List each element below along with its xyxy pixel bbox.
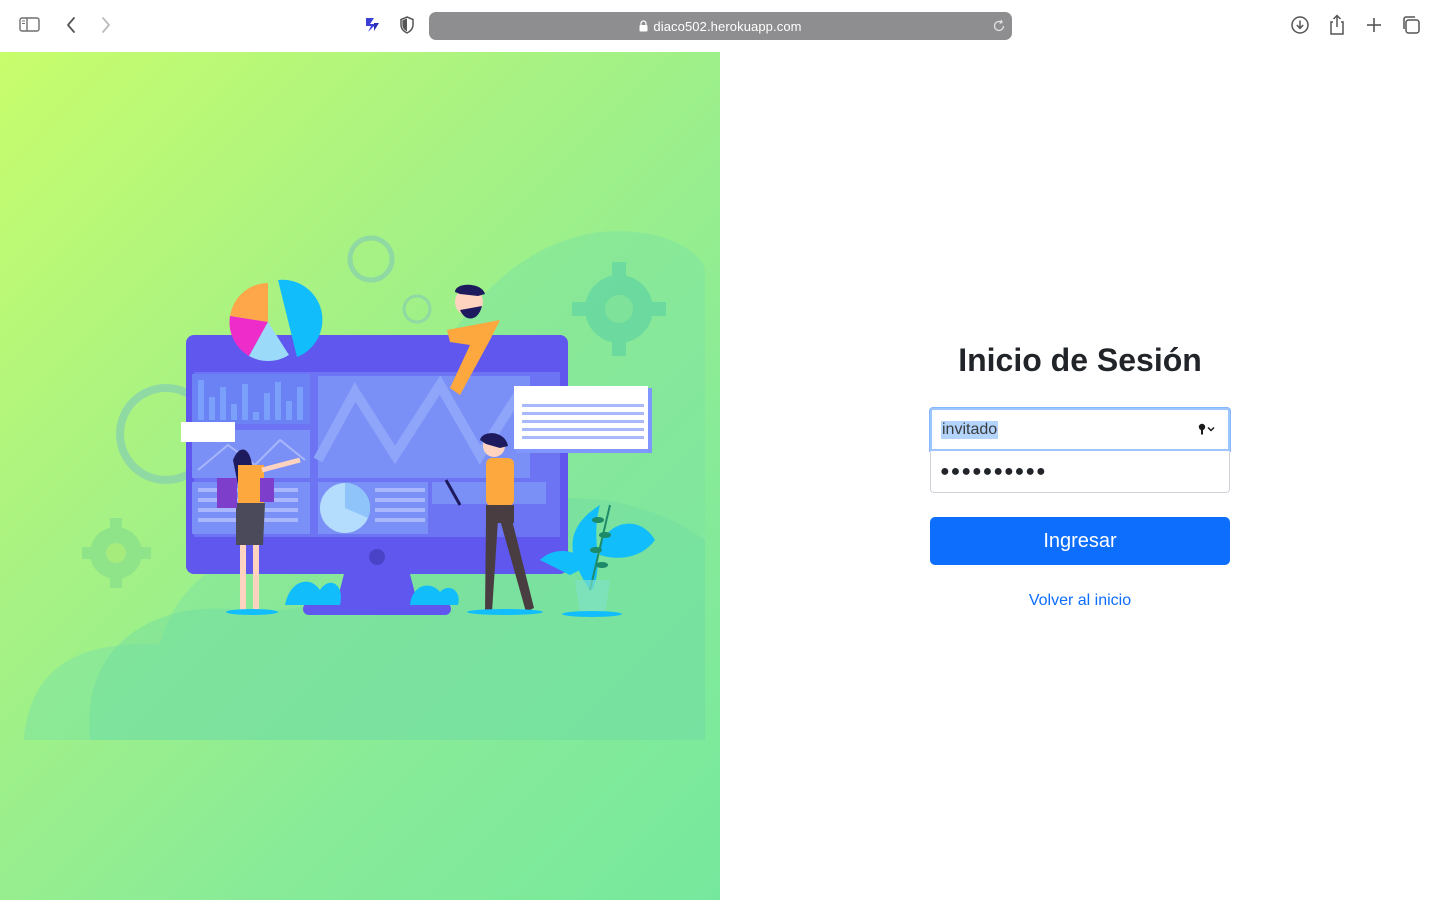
credentials-group: invitado ●●●●●●●●●● (930, 408, 1230, 493)
reload-icon[interactable] (992, 19, 1006, 33)
extension-logo-icon[interactable] (359, 12, 385, 38)
new-tab-icon[interactable] (1361, 12, 1387, 38)
lock-icon (639, 20, 648, 32)
privacy-shield-icon[interactable] (394, 12, 420, 38)
analytics-illustration (24, 231, 705, 740)
share-icon[interactable] (1324, 12, 1350, 38)
url-text: diaco502.herokuapp.com (653, 18, 802, 34)
back-arrow-icon[interactable] (58, 12, 84, 38)
login-submit-button[interactable]: Ingresar (930, 517, 1230, 565)
sidebar-toggle-icon[interactable] (17, 12, 43, 38)
address-bar[interactable]: diaco502.herokuapp.com (429, 12, 1012, 40)
hero-illustration-panel (0, 52, 720, 900)
page-title: Inicio de Sesión (958, 342, 1202, 378)
password-field[interactable]: ●●●●●●●●●● (930, 451, 1230, 493)
forward-arrow-icon[interactable] (93, 12, 119, 38)
username-value[interactable]: invitado (941, 420, 999, 439)
downloads-icon[interactable] (1287, 12, 1313, 38)
back-home-link[interactable]: Volver al inicio (930, 592, 1230, 610)
login-panel: Inicio de Sesión invitado ●●●●●●●●●● Ing… (720, 52, 1440, 900)
pie-chart-decoration (229, 279, 323, 362)
password-key-icon[interactable] (1198, 423, 1216, 435)
login-form: Inicio de Sesión invitado ●●●●●●●●●● Ing… (930, 338, 1230, 610)
tab-overview-icon[interactable] (1398, 12, 1424, 38)
username-field[interactable]: invitado (930, 408, 1230, 451)
password-value[interactable]: ●●●●●●●●●● (940, 463, 1047, 481)
browser-toolbar: diaco502.herokuapp.com (0, 0, 1440, 52)
